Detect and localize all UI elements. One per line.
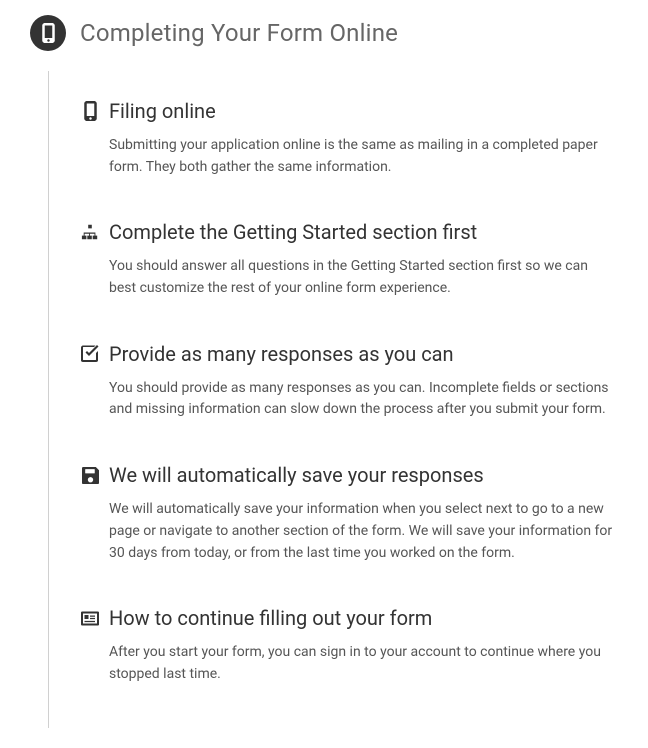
- section-autosave: We will automatically save your response…: [79, 463, 618, 606]
- section-body: We will automatically save your informat…: [109, 499, 618, 564]
- section-header: How to continue filling out your form: [79, 606, 618, 630]
- content-timeline: Filing online Submitting your applicatio…: [48, 71, 628, 728]
- section-filing-online: Filing online Submitting your applicatio…: [79, 71, 618, 220]
- mobile-outline-icon: [79, 101, 101, 121]
- sitemap-icon: [79, 224, 101, 240]
- section-body: Submitting your application online is th…: [109, 135, 618, 178]
- section-header: Complete the Getting Started section fir…: [79, 220, 618, 244]
- section-body: You should provide as many responses as …: [109, 378, 618, 421]
- section-title: Complete the Getting Started section fir…: [109, 220, 477, 244]
- section-title: Filing online: [109, 99, 216, 123]
- section-title: We will automatically save your response…: [109, 463, 484, 487]
- section-provide-responses: Provide as many responses as you can You…: [79, 342, 618, 463]
- section-body: You should answer all questions in the G…: [109, 256, 618, 299]
- section-continue-form: How to continue filling out your form Af…: [79, 606, 618, 727]
- section-header: Filing online: [79, 99, 618, 123]
- page-header: Completing Your Form Online: [30, 15, 628, 51]
- mobile-icon-badge: [30, 15, 66, 51]
- form-icon: [79, 611, 101, 626]
- checkbox-icon: [79, 345, 101, 362]
- mobile-icon: [42, 23, 55, 43]
- save-icon: [79, 467, 101, 484]
- page-title: Completing Your Form Online: [80, 19, 398, 47]
- section-body: After you start your form, you can sign …: [109, 642, 618, 685]
- section-title: Provide as many responses as you can: [109, 342, 454, 366]
- section-header: We will automatically save your response…: [79, 463, 618, 487]
- section-title: How to continue filling out your form: [109, 606, 432, 630]
- section-header: Provide as many responses as you can: [79, 342, 618, 366]
- section-getting-started: Complete the Getting Started section fir…: [79, 220, 618, 341]
